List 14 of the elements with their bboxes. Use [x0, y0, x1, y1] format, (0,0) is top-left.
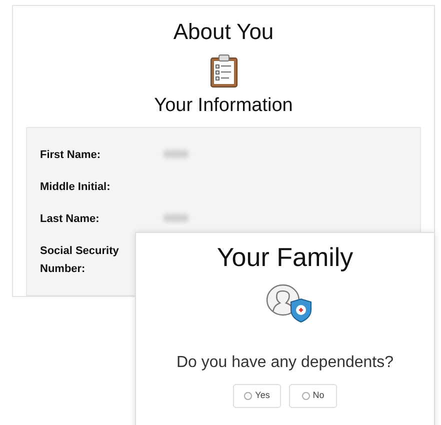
person-shield-icon: [265, 283, 313, 323]
field-label: Middle Initial:: [40, 180, 112, 195]
radio-option[interactable]: No: [289, 384, 337, 408]
option-label: No: [312, 389, 324, 402]
section-heading: Your Information: [154, 94, 293, 118]
family-title: Your Family: [216, 241, 354, 273]
option-label: Yes: [255, 389, 270, 402]
field-label: Last Name:: [40, 212, 100, 227]
question-text: Do you have any dependents?: [176, 353, 394, 373]
radio-option[interactable]: Yes: [233, 384, 281, 408]
field-label: First Name:: [40, 148, 102, 163]
field-label: Social Security Number:: [40, 244, 120, 277]
about-title: About You: [173, 19, 274, 45]
clipboard-icon: [208, 54, 238, 88]
